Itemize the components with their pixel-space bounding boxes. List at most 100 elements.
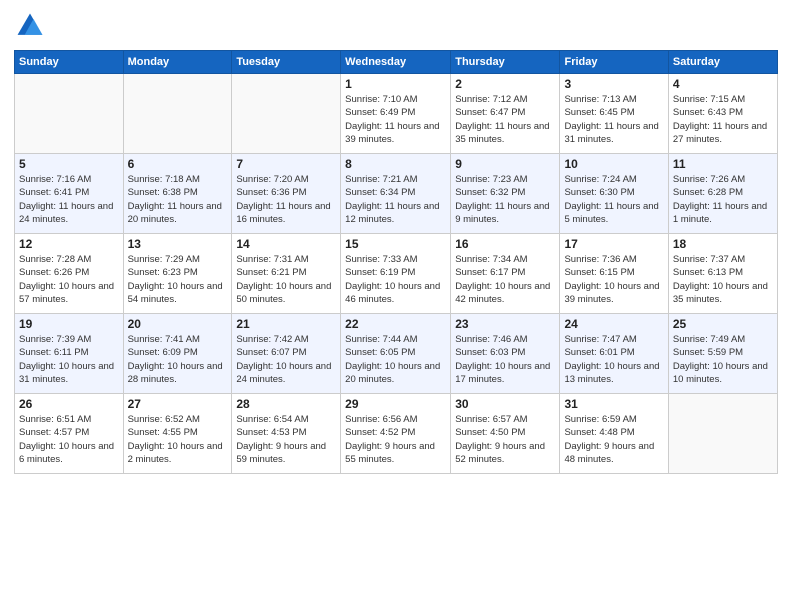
day-cell xyxy=(232,74,341,154)
day-cell: 5 Sunrise: 7:16 AM Sunset: 6:41 PM Daylig… xyxy=(15,154,124,234)
day-info: Sunrise: 7:47 AM Sunset: 6:01 PM Dayligh… xyxy=(564,333,663,386)
day-info: Sunrise: 7:18 AM Sunset: 6:38 PM Dayligh… xyxy=(128,173,228,226)
day-cell: 3 Sunrise: 7:13 AM Sunset: 6:45 PM Daylig… xyxy=(560,74,668,154)
day-cell: 8Sunrise: 7:21 AM Sunset: 6:34 PM Daylig… xyxy=(341,154,451,234)
day-info: Sunrise: 7:31 AM Sunset: 6:21 PM Dayligh… xyxy=(236,253,336,306)
weekday-header-tuesday: Tuesday xyxy=(232,51,341,74)
day-info: Sunrise: 7:16 AM Sunset: 6:41 PM Dayligh… xyxy=(19,173,119,226)
day-cell xyxy=(668,394,777,474)
day-info: Sunrise: 7:46 AM Sunset: 6:03 PM Dayligh… xyxy=(455,333,555,386)
logo-icon xyxy=(14,10,46,42)
day-cell: 25 Sunrise: 7:49 AM Sunset: 5:59 PM Dayli… xyxy=(668,314,777,394)
day-number: 21 xyxy=(236,317,336,331)
day-cell: 14 Sunrise: 7:31 AM Sunset: 6:21 PM Dayli… xyxy=(232,234,341,314)
day-cell: 17Sunrise: 7:36 AM Sunset: 6:15 PM Dayli… xyxy=(560,234,668,314)
day-info: Sunrise: 7:20 AM Sunset: 6:36 PM Dayligh… xyxy=(236,173,336,226)
day-number: 23 xyxy=(455,317,555,331)
weekday-header-saturday: Saturday xyxy=(668,51,777,74)
day-cell: 26 Sunrise: 6:51 AM Sunset: 4:57 PM Dayli… xyxy=(15,394,124,474)
day-cell: 13Sunrise: 7:29 AM Sunset: 6:23 PM Dayli… xyxy=(123,234,232,314)
week-row-4: 19Sunrise: 7:39 AM Sunset: 6:11 PM Dayli… xyxy=(15,314,778,394)
day-info: Sunrise: 7:34 AM Sunset: 6:17 PM Dayligh… xyxy=(455,253,555,306)
day-info: Sunrise: 7:42 AM Sunset: 6:07 PM Dayligh… xyxy=(236,333,336,386)
day-number: 14 xyxy=(236,237,336,251)
day-number: 25 xyxy=(673,317,773,331)
week-row-5: 26 Sunrise: 6:51 AM Sunset: 4:57 PM Dayli… xyxy=(15,394,778,474)
day-number: 18 xyxy=(673,237,773,251)
day-number: 9 xyxy=(455,157,555,171)
day-info: Sunrise: 6:52 AM Sunset: 4:55 PM Dayligh… xyxy=(128,413,228,466)
day-number: 13 xyxy=(128,237,228,251)
day-cell: 9 Sunrise: 7:23 AM Sunset: 6:32 PM Daylig… xyxy=(451,154,560,234)
header xyxy=(14,10,778,42)
day-number: 20 xyxy=(128,317,228,331)
day-cell: 22 Sunrise: 7:44 AM Sunset: 6:05 PM Dayli… xyxy=(341,314,451,394)
day-info: Sunrise: 7:37 AM Sunset: 6:13 PM Dayligh… xyxy=(673,253,773,306)
day-cell: 2 Sunrise: 7:12 AM Sunset: 6:47 PM Daylig… xyxy=(451,74,560,154)
day-number: 28 xyxy=(236,397,336,411)
day-info: Sunrise: 7:12 AM Sunset: 6:47 PM Dayligh… xyxy=(455,93,555,146)
day-cell: 18 Sunrise: 7:37 AM Sunset: 6:13 PM Dayli… xyxy=(668,234,777,314)
day-info: Sunrise: 7:28 AM Sunset: 6:26 PM Dayligh… xyxy=(19,253,119,306)
day-info: Sunrise: 7:23 AM Sunset: 6:32 PM Dayligh… xyxy=(455,173,555,226)
day-cell: 4Sunrise: 7:15 AM Sunset: 6:43 PM Daylig… xyxy=(668,74,777,154)
day-cell: 20 Sunrise: 7:41 AM Sunset: 6:09 PM Dayli… xyxy=(123,314,232,394)
day-info: Sunrise: 6:57 AM Sunset: 4:50 PM Dayligh… xyxy=(455,413,555,466)
day-number: 2 xyxy=(455,77,555,91)
week-row-1: 1 Sunrise: 7:10 AM Sunset: 6:49 PM Daylig… xyxy=(15,74,778,154)
day-cell: 11Sunrise: 7:26 AM Sunset: 6:28 PM Dayli… xyxy=(668,154,777,234)
day-cell: 12 Sunrise: 7:28 AM Sunset: 6:26 PM Dayli… xyxy=(15,234,124,314)
day-number: 6 xyxy=(128,157,228,171)
day-number: 26 xyxy=(19,397,119,411)
day-number: 7 xyxy=(236,157,336,171)
day-number: 29 xyxy=(345,397,446,411)
day-number: 24 xyxy=(564,317,663,331)
day-info: Sunrise: 7:33 AM Sunset: 6:19 PM Dayligh… xyxy=(345,253,446,306)
week-row-2: 5 Sunrise: 7:16 AM Sunset: 6:41 PM Daylig… xyxy=(15,154,778,234)
day-cell: 19Sunrise: 7:39 AM Sunset: 6:11 PM Dayli… xyxy=(15,314,124,394)
day-cell: 6 Sunrise: 7:18 AM Sunset: 6:38 PM Daylig… xyxy=(123,154,232,234)
day-number: 10 xyxy=(564,157,663,171)
logo xyxy=(14,10,50,42)
day-cell: 1 Sunrise: 7:10 AM Sunset: 6:49 PM Daylig… xyxy=(341,74,451,154)
day-number: 31 xyxy=(564,397,663,411)
day-info: Sunrise: 7:49 AM Sunset: 5:59 PM Dayligh… xyxy=(673,333,773,386)
day-cell: 30 Sunrise: 6:57 AM Sunset: 4:50 PM Dayli… xyxy=(451,394,560,474)
day-info: Sunrise: 7:26 AM Sunset: 6:28 PM Dayligh… xyxy=(673,173,773,226)
day-number: 19 xyxy=(19,317,119,331)
day-info: Sunrise: 7:13 AM Sunset: 6:45 PM Dayligh… xyxy=(564,93,663,146)
day-info: Sunrise: 7:41 AM Sunset: 6:09 PM Dayligh… xyxy=(128,333,228,386)
weekday-header-friday: Friday xyxy=(560,51,668,74)
day-cell: 16 Sunrise: 7:34 AM Sunset: 6:17 PM Dayli… xyxy=(451,234,560,314)
weekday-header-thursday: Thursday xyxy=(451,51,560,74)
day-number: 16 xyxy=(455,237,555,251)
day-cell xyxy=(15,74,124,154)
day-cell: 28Sunrise: 6:54 AM Sunset: 4:53 PM Dayli… xyxy=(232,394,341,474)
day-info: Sunrise: 6:59 AM Sunset: 4:48 PM Dayligh… xyxy=(564,413,663,466)
weekday-header-row: SundayMondayTuesdayWednesdayThursdayFrid… xyxy=(15,51,778,74)
day-info: Sunrise: 7:15 AM Sunset: 6:43 PM Dayligh… xyxy=(673,93,773,146)
day-cell: 31 Sunrise: 6:59 AM Sunset: 4:48 PM Dayli… xyxy=(560,394,668,474)
weekday-header-sunday: Sunday xyxy=(15,51,124,74)
page: SundayMondayTuesdayWednesdayThursdayFrid… xyxy=(0,0,792,612)
day-info: Sunrise: 7:44 AM Sunset: 6:05 PM Dayligh… xyxy=(345,333,446,386)
weekday-header-wednesday: Wednesday xyxy=(341,51,451,74)
calendar: SundayMondayTuesdayWednesdayThursdayFrid… xyxy=(14,50,778,474)
day-number: 3 xyxy=(564,77,663,91)
day-info: Sunrise: 6:51 AM Sunset: 4:57 PM Dayligh… xyxy=(19,413,119,466)
day-number: 30 xyxy=(455,397,555,411)
day-number: 17 xyxy=(564,237,663,251)
day-info: Sunrise: 7:21 AM Sunset: 6:34 PM Dayligh… xyxy=(345,173,446,226)
day-number: 12 xyxy=(19,237,119,251)
week-row-3: 12 Sunrise: 7:28 AM Sunset: 6:26 PM Dayli… xyxy=(15,234,778,314)
day-number: 22 xyxy=(345,317,446,331)
day-cell: 23 Sunrise: 7:46 AM Sunset: 6:03 PM Dayli… xyxy=(451,314,560,394)
day-cell: 29Sunrise: 6:56 AM Sunset: 4:52 PM Dayli… xyxy=(341,394,451,474)
day-number: 5 xyxy=(19,157,119,171)
day-number: 1 xyxy=(345,77,446,91)
day-number: 27 xyxy=(128,397,228,411)
weekday-header-monday: Monday xyxy=(123,51,232,74)
day-cell: 15Sunrise: 7:33 AM Sunset: 6:19 PM Dayli… xyxy=(341,234,451,314)
day-info: Sunrise: 7:10 AM Sunset: 6:49 PM Dayligh… xyxy=(345,93,446,146)
day-cell: 10Sunrise: 7:24 AM Sunset: 6:30 PM Dayli… xyxy=(560,154,668,234)
